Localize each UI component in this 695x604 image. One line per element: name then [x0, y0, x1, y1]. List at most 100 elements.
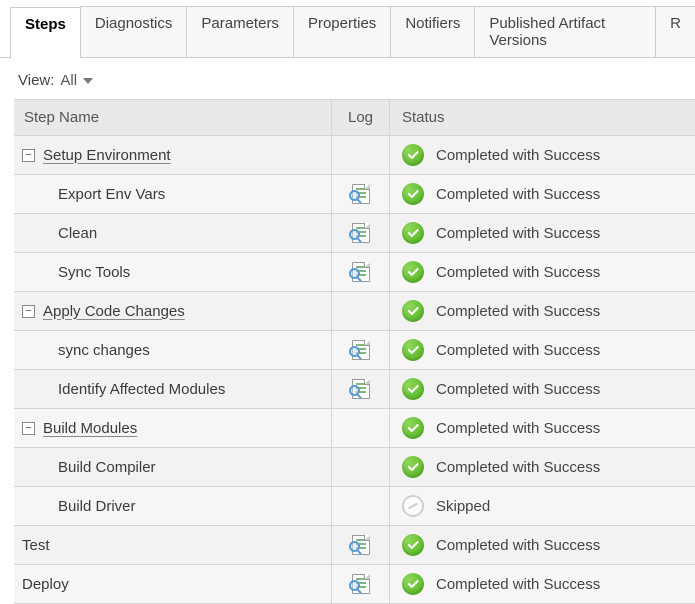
header-status[interactable]: Status	[390, 100, 695, 135]
status-cell: Completed with Success	[390, 331, 695, 369]
step-name-cell: sync changes	[14, 331, 332, 369]
log-cell	[332, 331, 390, 369]
tab-published-artifact-versions[interactable]: Published Artifact Versions	[474, 6, 656, 57]
success-icon	[402, 573, 424, 595]
collapse-icon[interactable]: −	[22, 422, 35, 435]
log-cell	[332, 448, 390, 486]
success-icon	[402, 222, 424, 244]
step-name-cell: −Setup Environment	[14, 136, 332, 174]
table-row: Export Env Vars Completed with Success	[14, 175, 695, 214]
step-link[interactable]: Build Modules	[43, 420, 137, 437]
view-filter-row: View: All	[0, 58, 695, 99]
view-log-icon[interactable]	[352, 535, 370, 555]
tab-label: Properties	[308, 15, 376, 32]
table-row: Sync Tools Completed with Success	[14, 253, 695, 292]
step-link[interactable]: Export Env Vars	[58, 186, 165, 203]
success-icon	[402, 144, 424, 166]
log-cell	[332, 253, 390, 291]
success-icon	[402, 378, 424, 400]
status-cell: Completed with Success	[390, 253, 695, 291]
log-cell	[332, 409, 390, 447]
view-log-icon[interactable]	[352, 340, 370, 360]
log-cell	[332, 175, 390, 213]
tab-notifiers[interactable]: Notifiers	[390, 6, 475, 57]
status-text: Completed with Success	[436, 147, 600, 164]
step-link[interactable]: Build Compiler	[58, 459, 156, 476]
success-icon	[402, 534, 424, 556]
view-log-icon[interactable]	[352, 379, 370, 399]
table-row: Test Completed with Success	[14, 526, 695, 565]
step-name-cell: Identify Affected Modules	[14, 370, 332, 408]
header-log[interactable]: Log	[332, 100, 390, 135]
grid-header-row: Step Name Log Status	[14, 100, 695, 136]
log-cell	[332, 526, 390, 564]
steps-grid: Step Name Log Status −Setup EnvironmentC…	[14, 99, 695, 604]
tab-bar: Steps Diagnostics Parameters Properties Noti…	[0, 0, 695, 58]
tab-parameters[interactable]: Parameters	[186, 6, 294, 57]
success-icon	[402, 456, 424, 478]
success-icon	[402, 417, 424, 439]
tab-properties[interactable]: Properties	[293, 6, 391, 57]
status-cell: Skipped	[390, 487, 695, 525]
success-icon	[402, 300, 424, 322]
header-step-name[interactable]: Step Name	[14, 100, 332, 135]
table-row: CleanCompleted with Success	[14, 214, 695, 253]
collapse-icon[interactable]: −	[22, 305, 35, 318]
view-label: View:	[18, 72, 54, 89]
status-text: Completed with Success	[436, 264, 600, 281]
tab-r[interactable]: R	[655, 6, 695, 57]
status-cell: Completed with Success	[390, 175, 695, 213]
step-link[interactable]: Test	[22, 537, 50, 554]
step-name-cell: Test	[14, 526, 332, 564]
tab-label: Diagnostics	[95, 15, 173, 32]
success-icon	[402, 183, 424, 205]
status-text: Completed with Success	[436, 576, 600, 593]
table-row: −Setup Environment Completed with Success	[14, 136, 695, 175]
step-link[interactable]: Sync Tools	[58, 264, 130, 281]
tab-label: R	[670, 15, 681, 32]
tab-steps[interactable]: Steps	[10, 7, 81, 58]
status-cell: Completed with Success	[390, 448, 695, 486]
status-cell: Completed with Success	[390, 370, 695, 408]
collapse-icon[interactable]: −	[22, 149, 35, 162]
status-cell: Completed with Success	[390, 136, 695, 174]
log-cell	[332, 136, 390, 174]
status-text: Completed with Success	[436, 381, 600, 398]
step-link[interactable]: Deploy	[22, 576, 69, 593]
table-row: Build Driver Skipped	[14, 487, 695, 526]
step-link[interactable]: Apply Code Changes	[43, 303, 185, 320]
log-cell	[332, 565, 390, 603]
skipped-icon	[402, 495, 424, 517]
view-log-icon[interactable]	[352, 574, 370, 594]
step-link[interactable]: Setup Environment	[43, 147, 171, 164]
step-link[interactable]: sync changes	[58, 342, 150, 359]
table-row: −Apply Code Changes Completed with Succes…	[14, 292, 695, 331]
step-link[interactable]: Clean	[58, 225, 97, 242]
table-row: Deploy Completed with Success	[14, 565, 695, 604]
log-cell	[332, 370, 390, 408]
step-name-cell: Build Compiler	[14, 448, 332, 486]
log-cell	[332, 214, 390, 252]
step-name-cell: Sync Tools	[14, 253, 332, 291]
table-row: sync changes Completed with Success	[14, 331, 695, 370]
status-cell: Completed with Success	[390, 292, 695, 330]
tab-label: Published Artifact Versions	[489, 15, 605, 49]
view-value: All	[60, 72, 77, 89]
tab-diagnostics[interactable]: Diagnostics	[80, 6, 188, 57]
step-link[interactable]: Identify Affected Modules	[58, 381, 225, 398]
view-log-icon[interactable]	[352, 262, 370, 282]
status-text: Completed with Success	[436, 342, 600, 359]
step-name-cell: Deploy	[14, 565, 332, 603]
step-name-cell: Build Driver	[14, 487, 332, 525]
log-cell	[332, 292, 390, 330]
view-log-icon[interactable]	[352, 223, 370, 243]
table-row: −Build Modules Completed with Success	[14, 409, 695, 448]
status-text: Completed with Success	[436, 420, 600, 437]
step-link[interactable]: Build Driver	[58, 498, 136, 515]
success-icon	[402, 339, 424, 361]
status-cell: Completed with Success	[390, 526, 695, 564]
view-dropdown[interactable]: All	[60, 72, 93, 89]
status-cell: Completed with Success	[390, 565, 695, 603]
status-text: Completed with Success	[436, 303, 600, 320]
view-log-icon[interactable]	[352, 184, 370, 204]
